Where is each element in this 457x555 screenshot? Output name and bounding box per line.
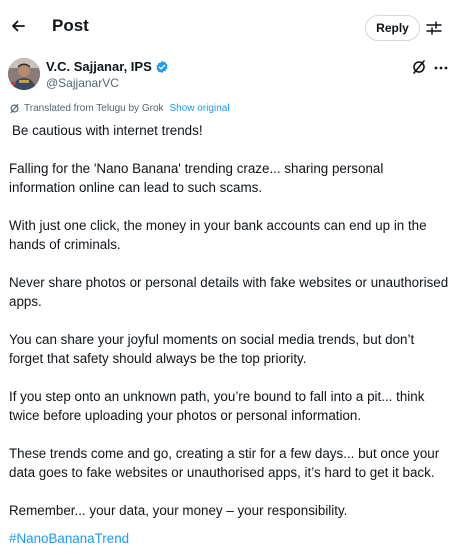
hashtag-link[interactable]: #NanoBananaTrend <box>9 529 129 548</box>
author-name[interactable]: V.C. Sajjanar, IPS <box>46 59 152 74</box>
author-row: V.C. Sajjanar, IPS @SajjanarVC <box>0 56 457 96</box>
post-body: Be cautious with internet trends! Fallin… <box>9 121 449 539</box>
avatar[interactable] <box>8 58 40 90</box>
reply-button[interactable]: Reply <box>365 15 420 41</box>
author-handle[interactable]: @SajjanarVC <box>46 76 119 90</box>
arrow-left-icon <box>12 20 25 32</box>
page-title: Post <box>52 16 89 35</box>
post-paragraph: These trends come and go, creating a sti… <box>9 446 440 480</box>
verified-badge-icon <box>156 60 168 73</box>
grok-icon <box>413 60 425 74</box>
post-paragraph: Remember... your data, your money – your… <box>9 503 348 518</box>
post-paragraph: Falling for the 'Nano Banana' trending c… <box>9 161 384 195</box>
post-paragraph: You can share your joyful moments on soc… <box>9 332 415 366</box>
post-paragraph: Be cautious with internet trends! <box>12 123 203 138</box>
post-paragraph: Never share photos or personal details w… <box>9 275 449 309</box>
post-header: Post Reply <box>0 0 457 56</box>
avatar-image <box>8 58 40 90</box>
translation-notice: Translated from Telugu by Grok Show orig… <box>9 103 230 114</box>
sliders-icon <box>426 21 442 35</box>
filter-button[interactable] <box>425 19 443 37</box>
more-horizontal-icon <box>434 66 448 70</box>
show-original-link[interactable]: Show original <box>170 103 230 114</box>
grok-small-icon <box>10 103 19 114</box>
translation-label: Translated from Telugu by Grok <box>24 103 164 114</box>
author-name-row: V.C. Sajjanar, IPS <box>46 59 169 74</box>
more-options-button[interactable] <box>433 60 449 76</box>
grok-button[interactable] <box>411 59 429 77</box>
back-button[interactable] <box>8 14 28 38</box>
post-paragraph: With just one click, the money in your b… <box>9 218 427 252</box>
post-paragraph: If you step onto an unknown path, you’re… <box>9 389 425 423</box>
